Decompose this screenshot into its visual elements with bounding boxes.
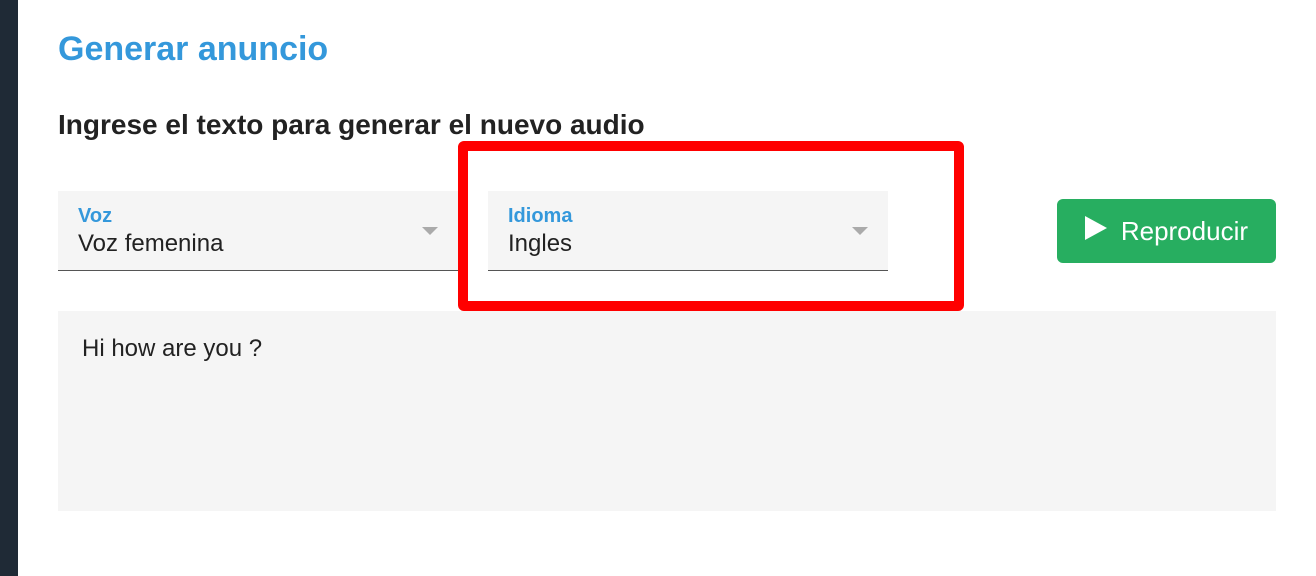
section-heading: Ingrese el texto para generar el nuevo a…: [58, 109, 1276, 141]
language-select[interactable]: Idioma Ingles: [488, 191, 888, 271]
controls-row: Voz Voz femenina Idioma Ingles Reproduci…: [58, 191, 1276, 271]
main-content: Generar anuncio Ingrese el texto para ge…: [18, 0, 1316, 576]
language-label: Idioma: [508, 205, 868, 228]
language-value: Ingles: [508, 230, 868, 258]
voice-select-wrap: Voz Voz femenina: [58, 191, 458, 271]
play-button-label: Reproducir: [1121, 216, 1248, 247]
play-icon: [1085, 216, 1107, 247]
chevron-down-icon: [852, 227, 868, 235]
page-title: Generar anuncio: [58, 30, 1276, 69]
voice-select[interactable]: Voz Voz femenina: [58, 191, 458, 271]
voice-value: Voz femenina: [78, 230, 438, 258]
spacer: [918, 191, 1027, 271]
sidebar-stub: [0, 0, 18, 576]
text-input[interactable]: [58, 311, 1276, 511]
voice-label: Voz: [78, 205, 438, 228]
language-select-wrap: Idioma Ingles: [488, 191, 888, 271]
play-button[interactable]: Reproducir: [1057, 199, 1276, 263]
chevron-down-icon: [422, 227, 438, 235]
